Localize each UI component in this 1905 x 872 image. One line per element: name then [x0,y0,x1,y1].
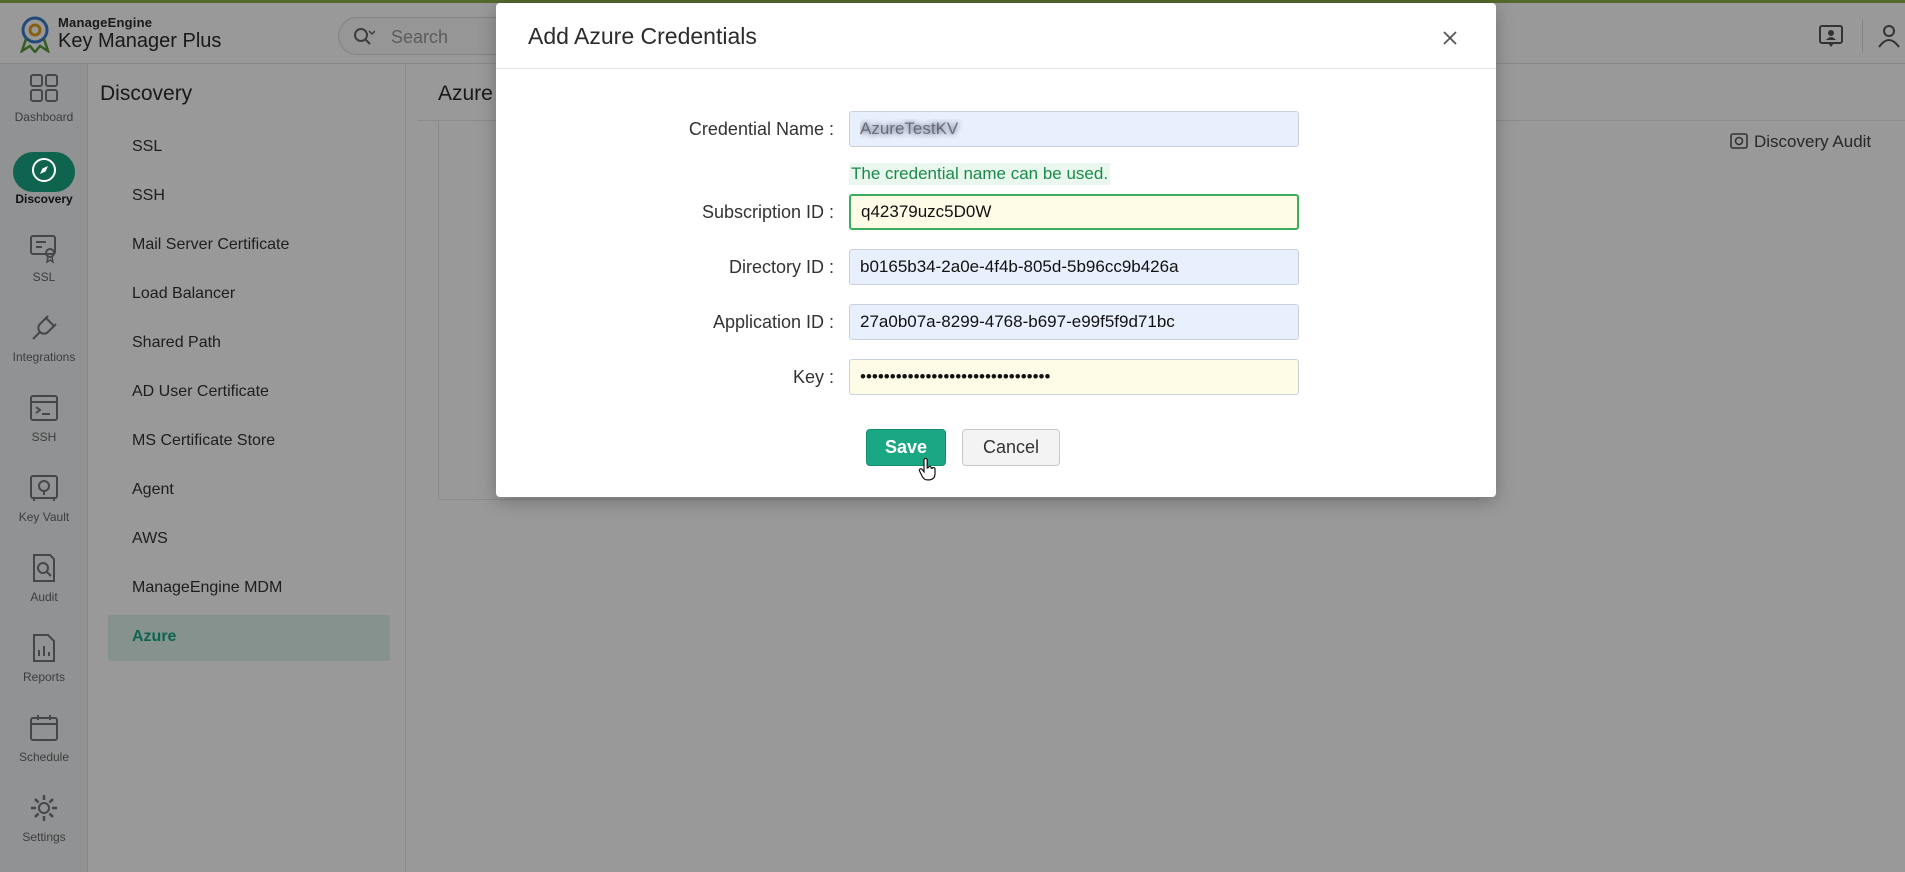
close-icon[interactable] [1439,27,1461,49]
credential-name-input[interactable] [849,111,1299,147]
directory-id-label: Directory ID : [728,257,834,277]
hand-cursor-icon [918,458,936,481]
subscription-id-label: Subscription ID : [701,202,834,222]
add-azure-credentials-dialog: Add Azure Credentials Credential Name : … [496,3,1496,497]
credential-name-valid-hint: The credential name can be used. [849,163,1111,185]
key-label: Key : [792,367,834,387]
cancel-button[interactable]: Cancel [962,429,1060,466]
subscription-id-input[interactable] [849,194,1299,230]
key-input[interactable] [849,359,1299,395]
application-id-input[interactable] [849,304,1299,340]
dialog-title: Add Azure Credentials [528,23,757,49]
compass-icon [32,158,56,182]
credential-name-label: Credential Name : [688,119,834,139]
dialog-header: Add Azure Credentials [496,3,1496,69]
application-id-label: Application ID : [712,312,834,332]
directory-id-input[interactable] [849,249,1299,285]
